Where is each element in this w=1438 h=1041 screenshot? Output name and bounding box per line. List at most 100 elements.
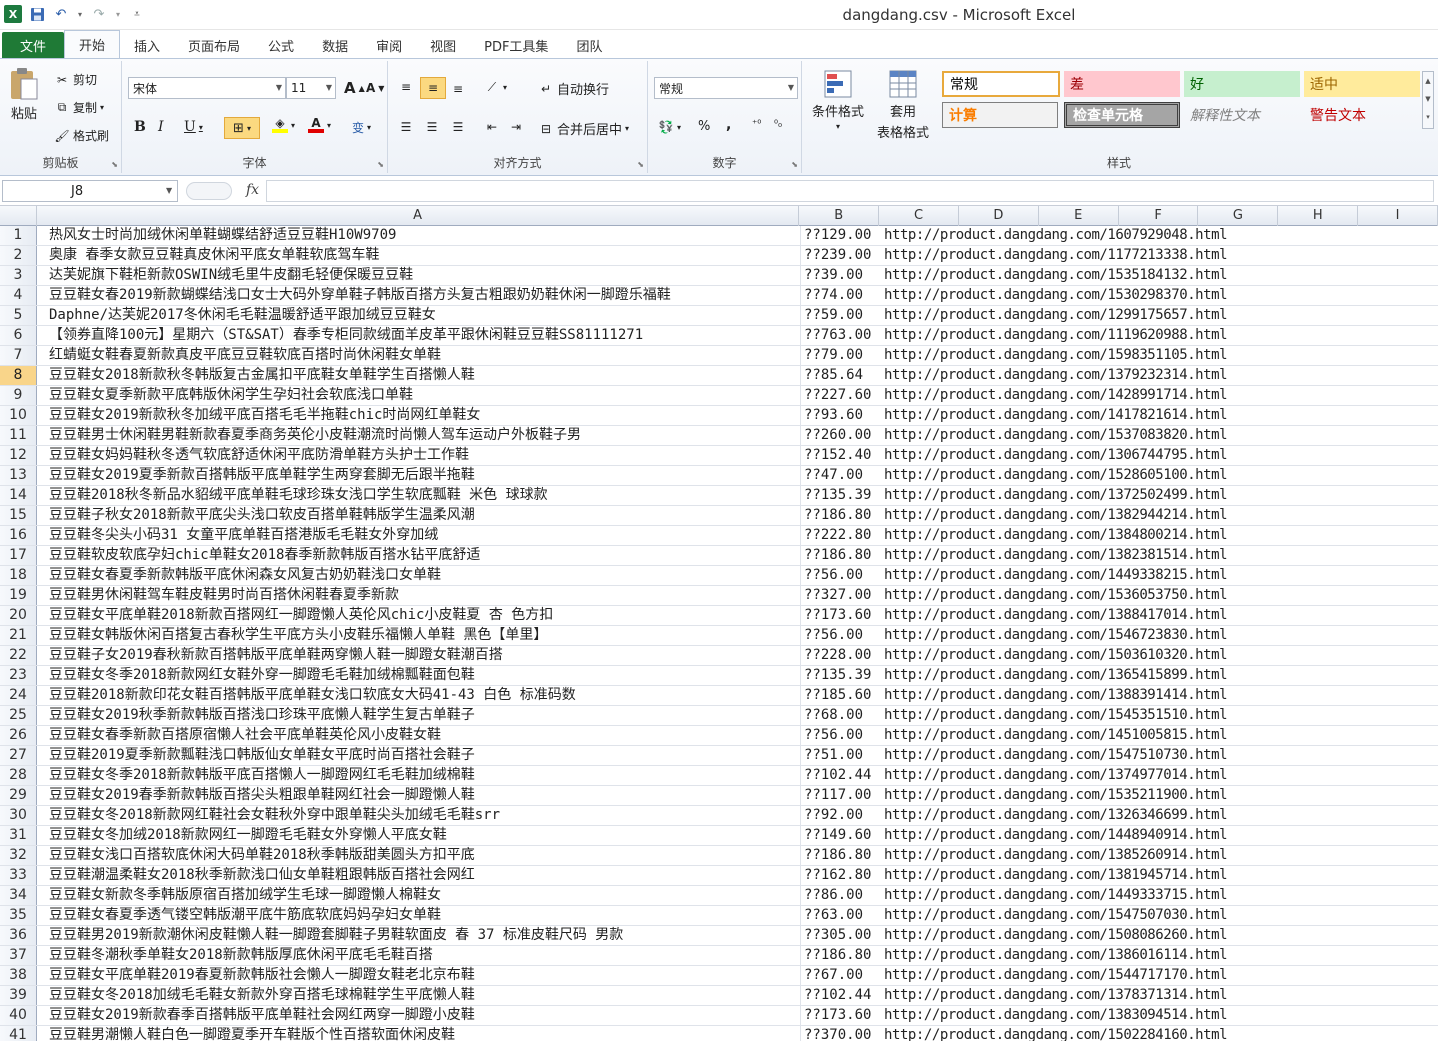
cell-product-title[interactable]: 豆豆鞋女春2019新款蝴蝶结浅口女士大码外穿单鞋子韩版百搭方头复古粗跟奶奶鞋休闲…: [37, 286, 801, 305]
cell-product-title[interactable]: 豆豆鞋潮温柔鞋女2018秋季新款浅口仙女单鞋粗跟韩版百搭社会网红: [37, 866, 801, 885]
cell-product-title[interactable]: 豆豆鞋女2019秋季新款韩版百搭浅口珍珠平底懒人鞋学生复古单鞋子: [37, 706, 801, 725]
row-header[interactable]: 26: [0, 726, 37, 745]
name-box[interactable]: J8: [2, 180, 178, 202]
cell-price[interactable]: ??260.00: [801, 426, 881, 445]
cell-product-title[interactable]: Daphne/达芙妮2017冬休闲毛毛鞋温暖舒适平跟加绒豆豆鞋女: [37, 306, 801, 325]
cell-url[interactable]: http://product.dangdang.com/1386016114.h…: [881, 946, 1281, 965]
cell-empty[interactable]: [1361, 546, 1438, 565]
row-header[interactable]: 31: [0, 826, 37, 845]
italic-button[interactable]: I: [158, 119, 164, 135]
cell-empty[interactable]: [1361, 706, 1438, 725]
row-header[interactable]: 30: [0, 806, 37, 825]
format-painter-button[interactable]: 🖌 格式刷: [54, 127, 109, 144]
column-header-f[interactable]: F: [1119, 206, 1199, 226]
tab-file[interactable]: 文件: [2, 32, 64, 58]
row-header[interactable]: 8: [0, 366, 37, 385]
chevron-down-icon[interactable]: ▼: [166, 186, 172, 195]
row-header[interactable]: 5: [0, 306, 37, 325]
font-name-select[interactable]: 宋体 ▼: [128, 77, 286, 99]
align-center-button[interactable]: ☰: [424, 119, 440, 135]
column-header-i[interactable]: I: [1358, 206, 1438, 226]
tab-data[interactable]: 数据: [308, 32, 362, 58]
cell-price[interactable]: ??327.00: [801, 586, 881, 605]
cell-price[interactable]: ??228.00: [801, 646, 881, 665]
style-explanatory[interactable]: 解释性文本: [1184, 102, 1300, 128]
cell-product-title[interactable]: 豆豆鞋2018秋冬新品水貂绒平底单鞋毛球珍珠女浅口学生软底瓢鞋 米色 球球款: [37, 486, 801, 505]
cell-url[interactable]: http://product.dangdang.com/1372502499.h…: [881, 486, 1281, 505]
cell-product-title[interactable]: 豆豆鞋女浅口百搭软底休闲大码单鞋2018秋季韩版甜美圆头方扣平底: [37, 846, 801, 865]
cell-url[interactable]: http://product.dangdang.com/1547507030.h…: [881, 906, 1281, 925]
cell-product-title[interactable]: 豆豆鞋2019夏季新款瓢鞋浅口韩版仙女单鞋女平底时尚百搭社会鞋子: [37, 746, 801, 765]
cell-product-title[interactable]: 【领券直降100元】星期六（ST&SAT）春季专柜同款绒面羊皮革平跟休闲鞋豆豆鞋…: [37, 326, 801, 345]
tab-view[interactable]: 视图: [416, 32, 470, 58]
cell-url[interactable]: http://product.dangdang.com/1607929048.h…: [881, 226, 1281, 245]
cell-url[interactable]: http://product.dangdang.com/1546723830.h…: [881, 626, 1281, 645]
phonetic-button[interactable]: 变 ▾: [352, 119, 371, 136]
row-header[interactable]: 6: [0, 326, 37, 345]
cell-empty[interactable]: [1361, 246, 1438, 265]
cell-url[interactable]: http://product.dangdang.com/1378371314.h…: [881, 986, 1281, 1005]
cell-empty[interactable]: [1361, 486, 1438, 505]
copy-dropdown-icon[interactable]: ▾: [100, 103, 104, 112]
cell-empty[interactable]: [1361, 866, 1438, 885]
style-check-cell[interactable]: 检查单元格: [1064, 102, 1180, 128]
cell-empty[interactable]: [1361, 446, 1438, 465]
cell-empty[interactable]: [1361, 826, 1438, 845]
increase-decimal-button[interactable]: ⁺⁰: [752, 119, 761, 130]
cell-empty[interactable]: [1361, 566, 1438, 585]
tab-review[interactable]: 审阅: [362, 32, 416, 58]
column-header-d[interactable]: D: [959, 206, 1039, 226]
cell-url[interactable]: http://product.dangdang.com/1382381514.h…: [881, 546, 1281, 565]
cell-price[interactable]: ??173.60: [801, 606, 881, 625]
cell-product-title[interactable]: 豆豆鞋冬潮秋季单鞋女2018新款韩版厚底休闲平底毛毛鞋百搭: [37, 946, 801, 965]
row-header[interactable]: 14: [0, 486, 37, 505]
cell-empty[interactable]: [1361, 1026, 1438, 1041]
column-header-h[interactable]: H: [1278, 206, 1359, 226]
cell-product-title[interactable]: 豆豆鞋女平底单鞋2018新款百搭网红一脚蹬懒人英伦风chic小皮鞋夏 杏 色方扣: [37, 606, 801, 625]
cell-url[interactable]: http://product.dangdang.com/1388417014.h…: [881, 606, 1281, 625]
cell-price[interactable]: ??85.64: [801, 366, 881, 385]
cell-price[interactable]: ??56.00: [801, 726, 881, 745]
cell-price[interactable]: ??135.39: [801, 666, 881, 685]
column-header-c[interactable]: C: [879, 206, 959, 226]
insert-function-button[interactable]: fx: [246, 182, 259, 198]
row-header[interactable]: 22: [0, 646, 37, 665]
cell-url[interactable]: http://product.dangdang.com/1530298370.h…: [881, 286, 1281, 305]
tab-insert[interactable]: 插入: [120, 32, 174, 58]
cell-empty[interactable]: [1361, 806, 1438, 825]
cell-empty[interactable]: [1361, 946, 1438, 965]
cell-empty[interactable]: [1361, 726, 1438, 745]
style-neutral[interactable]: 适中: [1304, 71, 1420, 97]
row-header[interactable]: 27: [0, 746, 37, 765]
row-header[interactable]: 23: [0, 666, 37, 685]
cell-url[interactable]: http://product.dangdang.com/1503610320.h…: [881, 646, 1281, 665]
cell-price[interactable]: ??186.80: [801, 946, 881, 965]
row-header[interactable]: 39: [0, 986, 37, 1005]
cell-empty[interactable]: [1361, 686, 1438, 705]
row-header[interactable]: 33: [0, 866, 37, 885]
cell-empty[interactable]: [1361, 666, 1438, 685]
row-header[interactable]: 12: [0, 446, 37, 465]
cell-empty[interactable]: [1361, 366, 1438, 385]
cell-url[interactable]: http://product.dangdang.com/1598351105.h…: [881, 346, 1281, 365]
number-launcher-icon[interactable]: ⬊: [791, 160, 798, 169]
cell-product-title[interactable]: 红蜻蜓女鞋春夏新款真皮平底豆豆鞋软底百搭时尚休闲鞋女单鞋: [37, 346, 801, 365]
style-calculation[interactable]: 计算: [942, 102, 1058, 128]
row-header[interactable]: 25: [0, 706, 37, 725]
format-as-table-button[interactable]: 套用 表格格式: [868, 69, 938, 141]
cell-url[interactable]: http://product.dangdang.com/1388391414.h…: [881, 686, 1281, 705]
cell-price[interactable]: ??56.00: [801, 626, 881, 645]
cell-url[interactable]: http://product.dangdang.com/1379232314.h…: [881, 366, 1281, 385]
cell-empty[interactable]: [1361, 886, 1438, 905]
row-header[interactable]: 29: [0, 786, 37, 805]
cell-product-title[interactable]: 豆豆鞋女春夏季新款韩版平底休闲森女风复古奶奶鞋浅口女单鞋: [37, 566, 801, 585]
tab-formulas[interactable]: 公式: [254, 32, 308, 58]
conditional-format-button[interactable]: 条件格式 ▾: [808, 69, 868, 131]
align-right-button[interactable]: ☰: [450, 119, 466, 135]
cell-url[interactable]: http://product.dangdang.com/1545351510.h…: [881, 706, 1281, 725]
cell-empty[interactable]: [1361, 346, 1438, 365]
align-left-button[interactable]: ☰: [398, 119, 414, 135]
row-header[interactable]: 28: [0, 766, 37, 785]
cell-price[interactable]: ??149.60: [801, 826, 881, 845]
cell-empty[interactable]: [1361, 906, 1438, 925]
